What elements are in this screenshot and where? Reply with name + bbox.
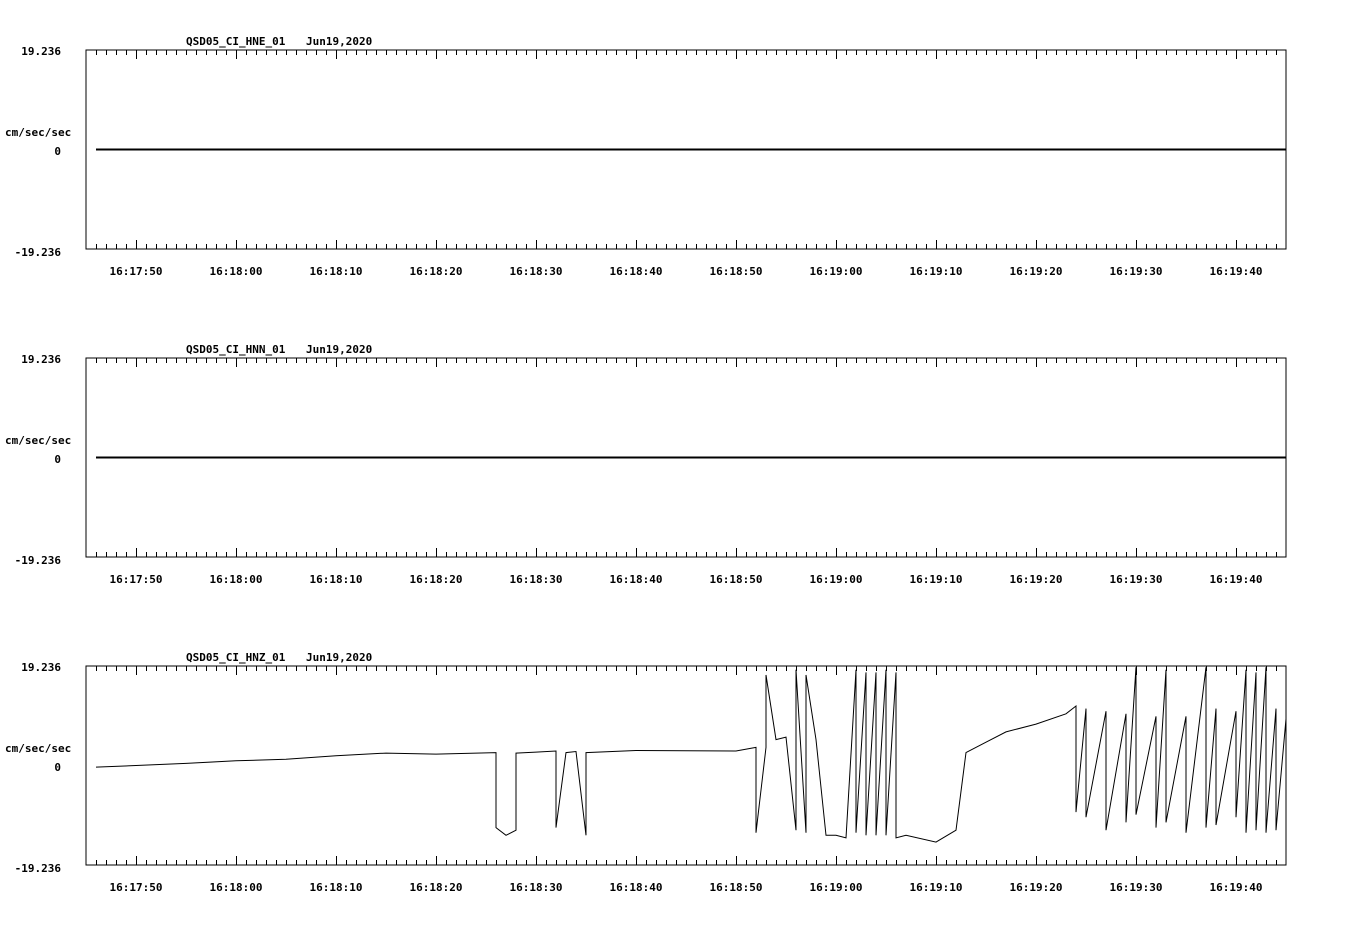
x-tick-label: 16:18:50 [710, 881, 763, 894]
x-tick-label: 16:18:50 [710, 573, 763, 586]
x-tick-label: 16:19:00 [810, 573, 863, 586]
x-tick-label: 16:18:10 [310, 881, 363, 894]
seismogram-svg: QSD05_CI_HNE_01 Jun19,2020 19.236 cm/sec… [5, 35, 1287, 894]
x-tick-label: 16:18:00 [210, 881, 263, 894]
x-tick-labels: 16:17:50 16:18:00 16:18:10 16:18:20 16:18:30… [110, 881, 1263, 894]
y-axis-unit-label: cm/sec/sec [5, 126, 71, 139]
x-tick-label: 16:19:40 [1210, 573, 1263, 586]
panel-title: QSD05_CI_HNN_01 [186, 343, 286, 356]
x-tick-label: 16:18:20 [410, 881, 463, 894]
x-tick-label: 16:19:30 [1110, 573, 1163, 586]
panel-date: Jun19,2020 [306, 35, 372, 48]
x-tick-labels: 16:17:50 16:18:00 16:18:10 16:18:20 16:18:30… [110, 265, 1263, 278]
y-top-label: 19.236 [21, 45, 61, 58]
panel-title: QSD05_CI_HNZ_01 [186, 651, 286, 664]
y-bottom-label: -19.236 [15, 554, 62, 567]
x-tick-label: 16:18:30 [510, 265, 563, 278]
x-tick-label: 16:18:10 [310, 265, 363, 278]
x-tick-label: 16:18:40 [610, 573, 663, 586]
seismogram-figure: QSD05_CI_HNE_01 Jun19,2020 19.236 cm/sec… [0, 0, 1358, 924]
x-tick-label: 16:19:20 [1010, 881, 1063, 894]
x-tick-label: 16:17:50 [110, 265, 163, 278]
x-tick-label: 16:18:20 [410, 573, 463, 586]
y-zero-label: 0 [54, 761, 61, 774]
y-axis-unit-label: cm/sec/sec [5, 434, 71, 447]
x-tick-label: 16:18:40 [610, 881, 663, 894]
bottom-ticks [96, 548, 1277, 557]
bottom-ticks [96, 856, 1277, 865]
x-tick-label: 16:19:40 [1210, 265, 1263, 278]
panel-date: Jun19,2020 [306, 343, 372, 356]
top-ticks [96, 358, 1277, 367]
panel-hnn: QSD05_CI_HNN_01 Jun19,2020 19.236 cm/sec… [5, 343, 1287, 586]
y-bottom-label: -19.236 [15, 246, 62, 259]
y-zero-label: 0 [54, 453, 61, 466]
top-ticks [96, 666, 1277, 675]
x-tick-label: 16:19:30 [1110, 881, 1163, 894]
x-tick-label: 16:19:20 [1010, 573, 1063, 586]
x-tick-label: 16:19:00 [810, 881, 863, 894]
x-tick-label: 16:18:50 [710, 265, 763, 278]
panel-hnz: QSD05_CI_HNZ_01 Jun19,2020 19.236 cm/sec… [5, 651, 1287, 894]
x-tick-label: 16:19:00 [810, 265, 863, 278]
y-zero-label: 0 [54, 145, 61, 158]
x-tick-label: 16:19:10 [910, 881, 963, 894]
x-tick-label: 16:19:20 [1010, 265, 1063, 278]
x-tick-label: 16:19:30 [1110, 265, 1163, 278]
x-tick-label: 16:17:50 [110, 573, 163, 586]
bottom-ticks [96, 240, 1277, 249]
x-tick-label: 16:18:10 [310, 573, 363, 586]
x-tick-label: 16:18:30 [510, 573, 563, 586]
x-tick-label: 16:19:10 [910, 265, 963, 278]
y-bottom-label: -19.236 [15, 862, 62, 875]
trace-hnz [95, 667, 1287, 843]
x-tick-label: 16:18:00 [210, 265, 263, 278]
x-tick-label: 16:19:10 [910, 573, 963, 586]
x-tick-label: 16:17:50 [110, 881, 163, 894]
y-top-label: 19.236 [21, 353, 61, 366]
x-tick-label: 16:18:30 [510, 881, 563, 894]
panel-hne: QSD05_CI_HNE_01 Jun19,2020 19.236 cm/sec… [5, 35, 1287, 278]
x-tick-label: 16:19:40 [1210, 881, 1263, 894]
y-axis-unit-label: cm/sec/sec [5, 742, 71, 755]
panel-title: QSD05_CI_HNE_01 [186, 35, 286, 48]
x-tick-labels: 16:17:50 16:18:00 16:18:10 16:18:20 16:18:30… [110, 573, 1263, 586]
x-tick-label: 16:18:40 [610, 265, 663, 278]
panel-date: Jun19,2020 [306, 651, 372, 664]
x-tick-label: 16:18:00 [210, 573, 263, 586]
x-tick-label: 16:18:20 [410, 265, 463, 278]
y-top-label: 19.236 [21, 661, 61, 674]
top-ticks [96, 50, 1277, 59]
